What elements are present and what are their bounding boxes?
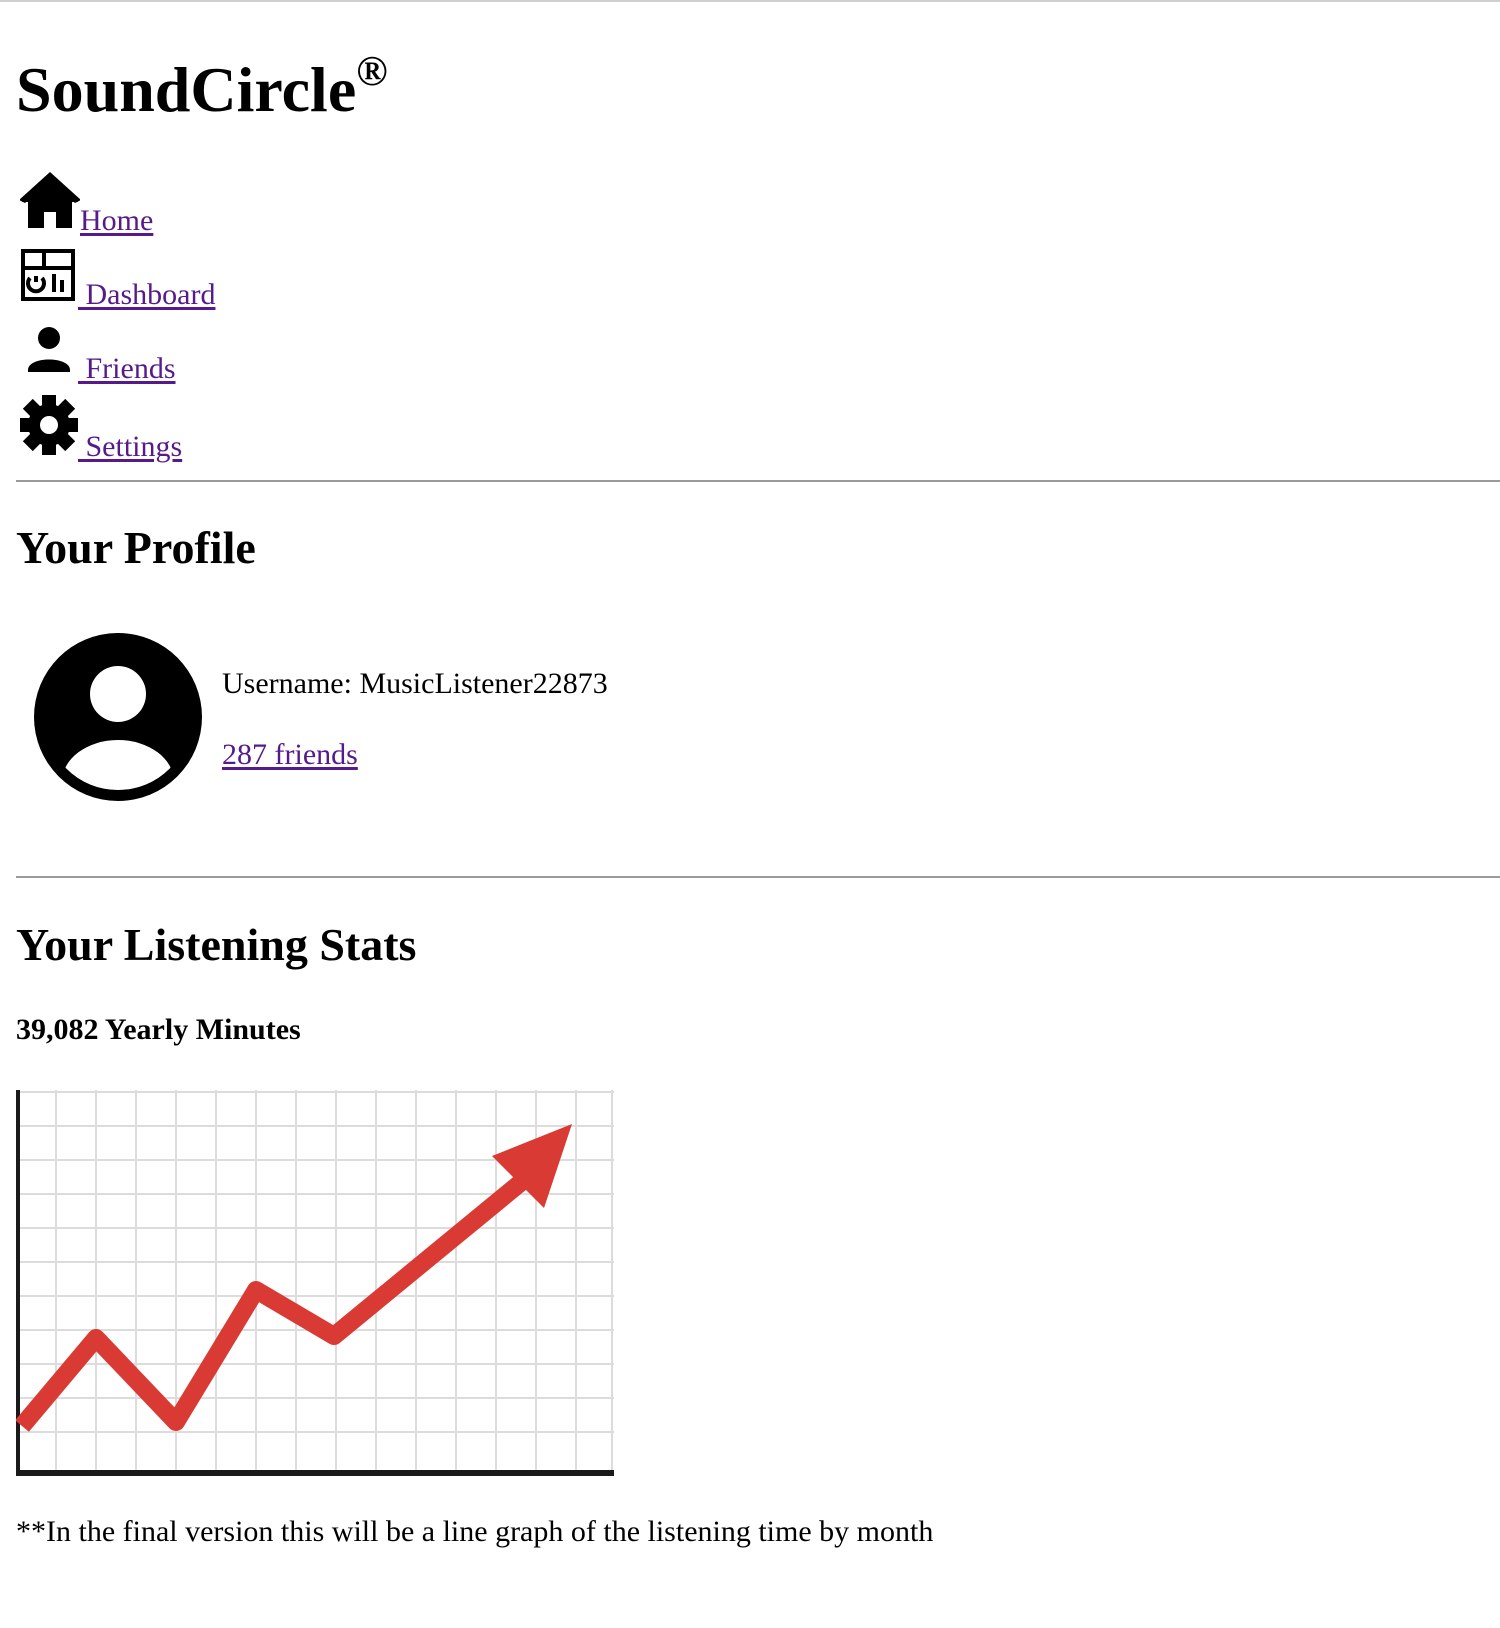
top-border [0,0,1500,2]
app-logo: SoundCircle® [16,50,388,130]
person-icon [20,324,78,386]
profile-heading: Your Profile [16,522,256,573]
app-title: SoundCircle [16,54,357,125]
gear-icon [19,394,79,464]
trending-up-chart-icon [15,1090,614,1476]
nav-link-home[interactable]: Home [80,204,153,237]
nav-link-settings[interactable]: Settings [78,430,183,463]
divider [16,480,1500,482]
home-icon [19,172,81,238]
nav-item-home[interactable]: Home [19,172,153,238]
dashboard-icon [20,248,78,312]
chart-footnote: **In the final version this will be a li… [16,1515,934,1548]
divider [16,876,1500,878]
nav-link-dashboard[interactable]: Dashboard [78,278,216,311]
nav-item-dashboard[interactable]: Dashboard [20,248,215,312]
account-circle-icon [33,632,203,802]
nav-link-friends[interactable]: Friends [78,352,176,385]
nav-item-settings[interactable]: Settings [19,394,183,464]
registered-mark: ® [356,48,388,95]
yearly-minutes: 39,082 Yearly Minutes [16,1013,301,1046]
friends-count-link[interactable]: 287 friends [222,735,358,775]
username: Username: MusicListener22873 [222,667,608,700]
nav-item-friends[interactable]: Friends [20,324,176,386]
stats-heading: Your Listening Stats [16,919,417,970]
